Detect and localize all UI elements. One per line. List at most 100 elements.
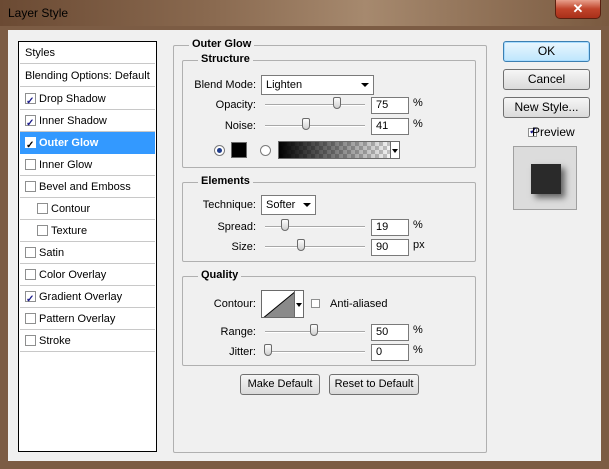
- jitter-label: Jitter:: [229, 346, 256, 358]
- outer-glow-title: Outer Glow: [189, 38, 255, 50]
- size-slider-thumb[interactable]: [297, 239, 306, 251]
- quality-legend: Quality: [198, 269, 242, 281]
- jitter-slider-thumb[interactable]: [264, 344, 272, 356]
- style-checkbox[interactable]: [25, 135, 36, 157]
- style-item-label: Inner Glow: [39, 159, 93, 171]
- style-item-bevel-and-emboss[interactable]: Bevel and Emboss: [20, 176, 155, 198]
- contour-label: Contour:: [213, 298, 256, 310]
- close-icon: ✕: [572, 1, 584, 16]
- jitter-unit: %: [413, 344, 423, 356]
- style-item-inner-glow[interactable]: Inner Glow: [20, 154, 155, 176]
- size-label: Size:: [231, 241, 256, 253]
- spread-slider-track[interactable]: [265, 226, 365, 228]
- chevron-down-icon: [392, 149, 398, 153]
- blending-options-item[interactable]: Blending Options: Default: [20, 65, 155, 87]
- style-checkbox[interactable]: [37, 202, 48, 214]
- reset-to-default-button[interactable]: Reset to Default: [329, 374, 419, 395]
- style-item-color-overlay[interactable]: Color Overlay: [20, 264, 155, 286]
- noise-label: Noise:: [224, 120, 256, 132]
- style-item-satin[interactable]: Satin: [20, 242, 155, 264]
- style-item-label: Stroke: [39, 335, 71, 347]
- range-input[interactable]: 50: [371, 324, 409, 341]
- style-item-texture[interactable]: Texture: [20, 220, 155, 242]
- opacity-unit: %: [413, 97, 423, 109]
- contour-curve-icon: [263, 291, 294, 317]
- style-item-label: Contour: [51, 203, 91, 215]
- chevron-down-icon: [361, 83, 369, 87]
- style-item-label: Color Overlay: [39, 269, 107, 281]
- style-item-label: Drop Shadow: [39, 93, 106, 105]
- range-label: Range:: [220, 326, 256, 338]
- technique-value: Softer: [266, 199, 296, 211]
- solid-color-radio[interactable]: [214, 145, 225, 156]
- technique-label: Technique:: [202, 199, 256, 211]
- style-item-contour[interactable]: Contour: [20, 198, 155, 220]
- style-checkbox[interactable]: [25, 312, 36, 324]
- opacity-input[interactable]: 75: [371, 97, 409, 114]
- glow-color-swatch[interactable]: [231, 142, 247, 158]
- technique-dropdown[interactable]: Softer: [261, 195, 316, 215]
- structure-legend: Structure: [198, 53, 253, 65]
- size-unit: px: [413, 239, 425, 251]
- anti-aliased-label: Anti-aliased: [330, 298, 388, 310]
- style-item-stroke[interactable]: Stroke: [20, 330, 155, 352]
- window-title: Layer Style: [8, 6, 69, 20]
- ok-button[interactable]: OK: [503, 41, 590, 62]
- style-item-gradient-overlay[interactable]: Gradient Overlay: [20, 286, 155, 311]
- contour-dropdown-button[interactable]: [294, 290, 304, 318]
- range-slider-thumb[interactable]: [310, 324, 318, 336]
- gradient-picker[interactable]: [278, 141, 396, 159]
- chevron-down-icon: [296, 303, 302, 307]
- style-checkbox[interactable]: [25, 91, 36, 113]
- style-item-label: Texture: [51, 225, 88, 237]
- style-item-inner-shadow[interactable]: Inner Shadow: [20, 110, 155, 135]
- spread-input[interactable]: 19: [371, 219, 409, 236]
- opacity-label: Opacity:: [215, 99, 256, 111]
- style-checkbox[interactable]: [37, 224, 48, 236]
- close-button[interactable]: ✕: [555, 0, 601, 19]
- spread-unit: %: [413, 219, 423, 231]
- size-slider-track[interactable]: [265, 246, 365, 248]
- style-item-pattern-overlay[interactable]: Pattern Overlay: [20, 308, 155, 330]
- noise-input[interactable]: 41: [371, 118, 409, 135]
- anti-aliased-checkbox[interactable]: [311, 298, 320, 308]
- styles-header[interactable]: Styles: [20, 42, 155, 64]
- style-item-label: Bevel and Emboss: [39, 181, 131, 193]
- gradient-dropdown-button[interactable]: [390, 141, 400, 159]
- style-item-label: Inner Shadow: [39, 115, 107, 127]
- style-item-outer-glow[interactable]: Outer Glow: [20, 132, 155, 157]
- style-checkbox[interactable]: [25, 289, 36, 311]
- spread-label: Spread:: [217, 221, 256, 233]
- style-item-drop-shadow[interactable]: Drop Shadow: [20, 88, 155, 113]
- make-default-button[interactable]: Make Default: [240, 374, 320, 395]
- jitter-slider-track[interactable]: [265, 351, 365, 353]
- preview-swatch: [531, 164, 561, 194]
- noise-slider-track[interactable]: [265, 125, 365, 127]
- style-checkbox[interactable]: [25, 158, 36, 170]
- style-checkbox[interactable]: [25, 334, 36, 346]
- contour-picker[interactable]: [261, 290, 295, 318]
- opacity-slider-track[interactable]: [265, 104, 365, 106]
- style-checkbox[interactable]: [25, 246, 36, 258]
- style-checkbox[interactable]: [25, 180, 36, 192]
- style-item-label: Satin: [39, 247, 65, 259]
- style-item-label: Pattern Overlay: [39, 313, 116, 325]
- size-input[interactable]: 90: [371, 239, 409, 256]
- styles-list: Styles Blending Options: Default Drop Sh…: [18, 41, 157, 452]
- style-checkbox[interactable]: [25, 113, 36, 135]
- title-bar[interactable]: [0, 0, 609, 26]
- noise-slider-thumb[interactable]: [301, 118, 310, 130]
- blend-mode-dropdown[interactable]: Lighten: [261, 75, 374, 95]
- noise-unit: %: [413, 118, 423, 130]
- new-style-button[interactable]: New Style...: [503, 97, 590, 118]
- jitter-input[interactable]: 0: [371, 344, 409, 361]
- style-checkbox[interactable]: [25, 268, 36, 280]
- blend-mode-value: Lighten: [266, 79, 303, 91]
- range-unit: %: [413, 324, 423, 336]
- style-preview: [513, 146, 577, 210]
- style-item-label: Outer Glow: [39, 137, 99, 149]
- gradient-radio[interactable]: [260, 145, 271, 156]
- cancel-button[interactable]: Cancel: [503, 69, 590, 90]
- opacity-slider-thumb[interactable]: [333, 97, 341, 109]
- spread-slider-thumb[interactable]: [281, 219, 290, 231]
